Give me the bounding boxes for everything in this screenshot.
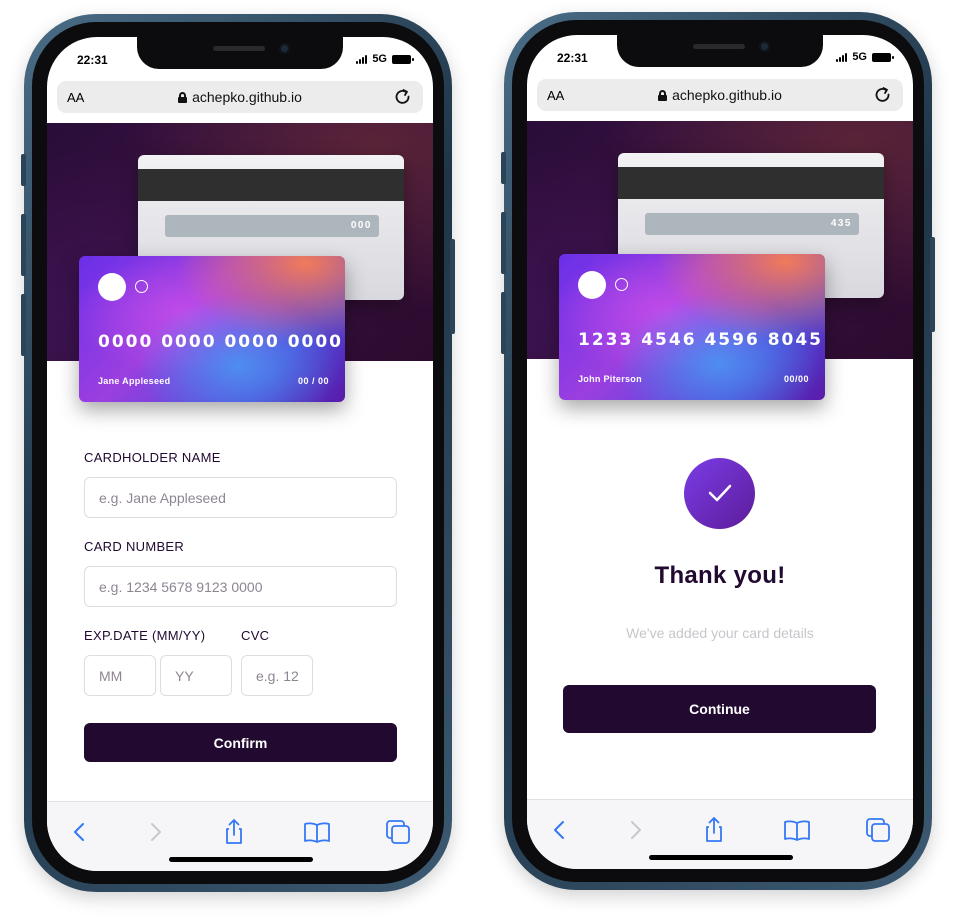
cvc-input[interactable] (241, 655, 313, 696)
volume-up-button (501, 212, 506, 274)
back-icon[interactable] (65, 817, 95, 847)
volume-up-button (21, 214, 26, 276)
signature-panel (165, 215, 379, 237)
status-indicators: 5G (836, 51, 894, 63)
card-front: 0000 0000 0000 0000 Jane Appleseed 00 / … (79, 256, 345, 402)
volume-down-button (21, 294, 26, 356)
status-time: 22:31 (77, 53, 108, 67)
card-front: 1233 4546 4596 8045 John Piterson 00/00 (559, 254, 825, 400)
card-expiry-display: 00/00 (783, 374, 809, 384)
address-bar[interactable]: AA achepko.github.io (537, 79, 903, 111)
bookmarks-icon[interactable] (782, 815, 812, 845)
screen: 22:31 5G AA achepko.github.io 000 0000 0… (47, 37, 433, 871)
card-holder-display: John Piterson (578, 374, 642, 384)
card-number-display: 1233 4546 4596 8045 (578, 330, 824, 350)
signal-icon (836, 52, 848, 62)
url-host[interactable]: achepko.github.io (57, 89, 423, 105)
card-logo-ring (135, 280, 148, 293)
card-number-display: 0000 0000 0000 0000 (98, 332, 344, 352)
lock-icon (658, 90, 668, 101)
address-bar[interactable]: AA achepko.github.io (57, 81, 423, 113)
camera (279, 43, 290, 54)
share-icon[interactable] (219, 817, 249, 847)
card-number-label: CARD NUMBER (84, 539, 185, 554)
speaker (213, 46, 265, 51)
card-logo-circle (98, 273, 126, 301)
power-button (450, 239, 455, 334)
cardholder-input[interactable] (84, 477, 397, 518)
forward-icon[interactable] (620, 815, 650, 845)
status-indicators: 5G (356, 53, 414, 65)
phone-left: 22:31 5G AA achepko.github.io 000 0000 0… (21, 14, 455, 892)
battery-icon (872, 52, 894, 62)
battery-icon (392, 54, 414, 64)
card-logo-ring (615, 278, 628, 291)
url-host[interactable]: achepko.github.io (537, 87, 903, 103)
speaker (693, 44, 745, 49)
network-label: 5G (372, 53, 387, 65)
bookmarks-icon[interactable] (302, 817, 332, 847)
exp-month-input[interactable] (84, 655, 156, 696)
tabs-icon[interactable] (863, 815, 893, 845)
mute-switch (21, 154, 26, 186)
confirm-button[interactable]: Confirm (84, 723, 397, 762)
home-indicator[interactable] (169, 857, 313, 862)
signal-icon (356, 54, 368, 64)
lock-icon (178, 92, 188, 103)
card-number-input[interactable] (84, 566, 397, 607)
success-message: We've added your card details (626, 625, 814, 641)
card-back-cvc: 000 (350, 220, 372, 231)
tabs-icon[interactable] (383, 817, 413, 847)
url-text: achepko.github.io (192, 89, 302, 105)
notch (137, 37, 343, 69)
checkmark-icon (708, 484, 732, 502)
card-expiry-display: 00 / 00 (297, 376, 329, 386)
camera (759, 41, 770, 52)
back-icon[interactable] (545, 815, 575, 845)
card-holder-display: Jane Appleseed (98, 376, 171, 386)
thank-you-title: Thank you! (654, 562, 786, 589)
power-button (930, 237, 935, 332)
magnetic-strip (618, 167, 884, 199)
notch (617, 35, 823, 67)
continue-button[interactable]: Continue (563, 685, 876, 733)
cvc-label: CVC (241, 628, 270, 643)
mute-switch (501, 152, 506, 184)
signature-panel (645, 213, 859, 235)
reload-icon[interactable] (873, 85, 893, 105)
success-badge (684, 458, 755, 529)
screen: 22:31 5G AA achepko.github.io 435 1233 4… (527, 35, 913, 869)
forward-icon[interactable] (140, 817, 170, 847)
cardholder-label: CARDHOLDER NAME (84, 450, 221, 465)
network-label: 5G (852, 51, 867, 63)
share-icon[interactable] (699, 815, 729, 845)
exp-date-label: EXP.DATE (MM/YY) (84, 628, 206, 643)
card-back-cvc: 435 (830, 218, 852, 229)
reload-icon[interactable] (393, 87, 413, 107)
status-time: 22:31 (557, 51, 588, 65)
magnetic-strip (138, 169, 404, 201)
card-logo-circle (578, 271, 606, 299)
phone-right: 22:31 5G AA achepko.github.io 435 1233 4… (501, 12, 935, 890)
url-text: achepko.github.io (672, 87, 782, 103)
home-indicator[interactable] (649, 855, 793, 860)
volume-down-button (501, 292, 506, 354)
exp-year-input[interactable] (160, 655, 232, 696)
